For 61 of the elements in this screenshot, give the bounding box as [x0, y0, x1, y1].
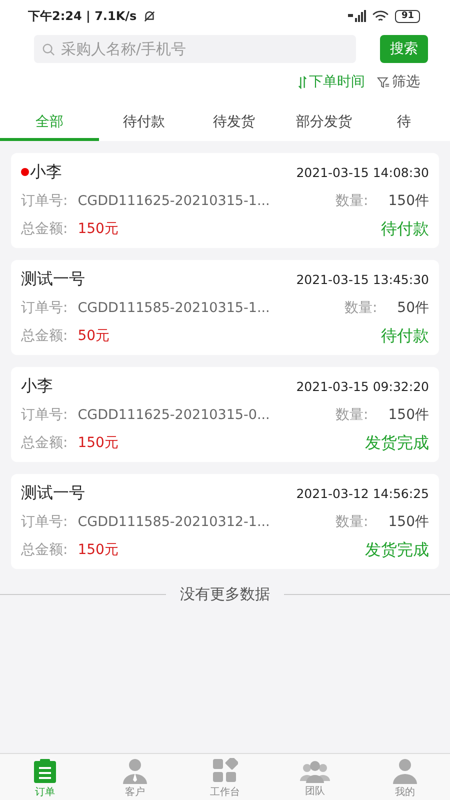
filter-button[interactable]: 筛选 [377, 71, 420, 93]
total-amount: 50元 [78, 327, 110, 345]
total-amount: 150元 [78, 434, 118, 452]
order-card[interactable]: 测试一号 2021-03-12 14:56:25 订单号: CGDD111585-20210312-1... 数量: 150件 总金额: 150元 发货完成 [11, 474, 439, 569]
quantity-label: 数量: [344, 298, 378, 316]
order-number: CGDD111585-20210312-1... [78, 514, 270, 530]
order-status: 发货完成 [365, 432, 429, 454]
clipboard-icon [32, 758, 58, 784]
person-icon [122, 758, 148, 784]
quantity: 150件 [388, 512, 429, 530]
buyer-name: 小李 [30, 162, 62, 182]
tab[interactable]: 待付款 [99, 105, 189, 141]
quantity: 150件 [388, 406, 429, 424]
order-number: CGDD111625-20210315-0... [78, 406, 270, 422]
total-amount: 150元 [78, 541, 118, 559]
group-icon [300, 758, 330, 782]
order-time: 2021-03-15 14:08:30 [296, 164, 429, 180]
tab[interactable]: 部分发货 [279, 105, 369, 141]
search-icon [42, 43, 55, 56]
quantity-label: 数量: [336, 512, 368, 530]
order-number: CGDD111625-20210315-1... [78, 192, 270, 208]
total-amount: 150元 [78, 220, 118, 238]
wifi-icon [372, 10, 390, 22]
order-number-label: 订单号: [21, 512, 68, 530]
quantity: 150件 [388, 192, 429, 210]
order-status: 待付款 [381, 326, 429, 346]
total-amount-label: 总金额: [21, 541, 68, 559]
end-of-list-text: 没有更多数据 [180, 585, 270, 604]
buyer-name: 测试一号 [21, 482, 85, 504]
order-number-label: 订单号: [21, 192, 68, 210]
grid-icon [212, 758, 238, 784]
quantity-label: 数量: [336, 192, 368, 210]
tab[interactable]: 待 [369, 105, 411, 141]
quantity-label: 数量: [336, 406, 368, 424]
order-time: 2021-03-15 13:45:30 [296, 272, 429, 286]
filter-icon [377, 76, 390, 88]
order-time: 2021-03-15 09:32:20 [296, 378, 429, 394]
tab[interactable]: 待发货 [189, 105, 279, 141]
nav-tab[interactable]: 团队 [270, 754, 360, 800]
order-time: 2021-03-12 14:56:25 [296, 486, 429, 500]
total-amount-label: 总金额: [21, 220, 68, 238]
order-card[interactable]: 小李 2021-03-15 14:08:30 订单号: CGDD111625-20210315-1... 数量: 150件 总金额: 150元 待付款 [11, 153, 439, 248]
person-icon [392, 758, 418, 784]
order-status: 发货完成 [365, 540, 429, 560]
order-number-label: 订单号: [21, 298, 68, 316]
buyer-name: 小李 [21, 376, 53, 396]
order-card[interactable]: 测试一号 2021-03-15 13:45:30 订单号: CGDD111585-20210315-1... 数量: 50件 总金额: 50元 待付款 [11, 260, 439, 355]
status-time: 下午2:24 | 7.1K/s [28, 8, 137, 24]
buyer-name: 测试一号 [21, 268, 85, 290]
sort-icon [298, 76, 307, 88]
muted-bell-icon [142, 10, 156, 22]
signal-icon [348, 10, 366, 22]
order-number-label: 订单号: [21, 406, 68, 424]
order-number: CGDD111585-20210315-1... [78, 300, 270, 316]
search-field[interactable]: 采购人名称/手机号 [34, 35, 356, 63]
total-amount-label: 总金额: [21, 327, 68, 345]
quantity: 50件 [397, 298, 429, 316]
order-card[interactable]: 小李 2021-03-15 09:32:20 订单号: CGDD111625-20210315-0... 数量: 150件 总金额: 150元 发货完成 [11, 367, 439, 462]
battery-level: 91 [395, 10, 420, 22]
total-amount-label: 总金额: [21, 434, 68, 452]
order-status: 待付款 [381, 218, 429, 240]
